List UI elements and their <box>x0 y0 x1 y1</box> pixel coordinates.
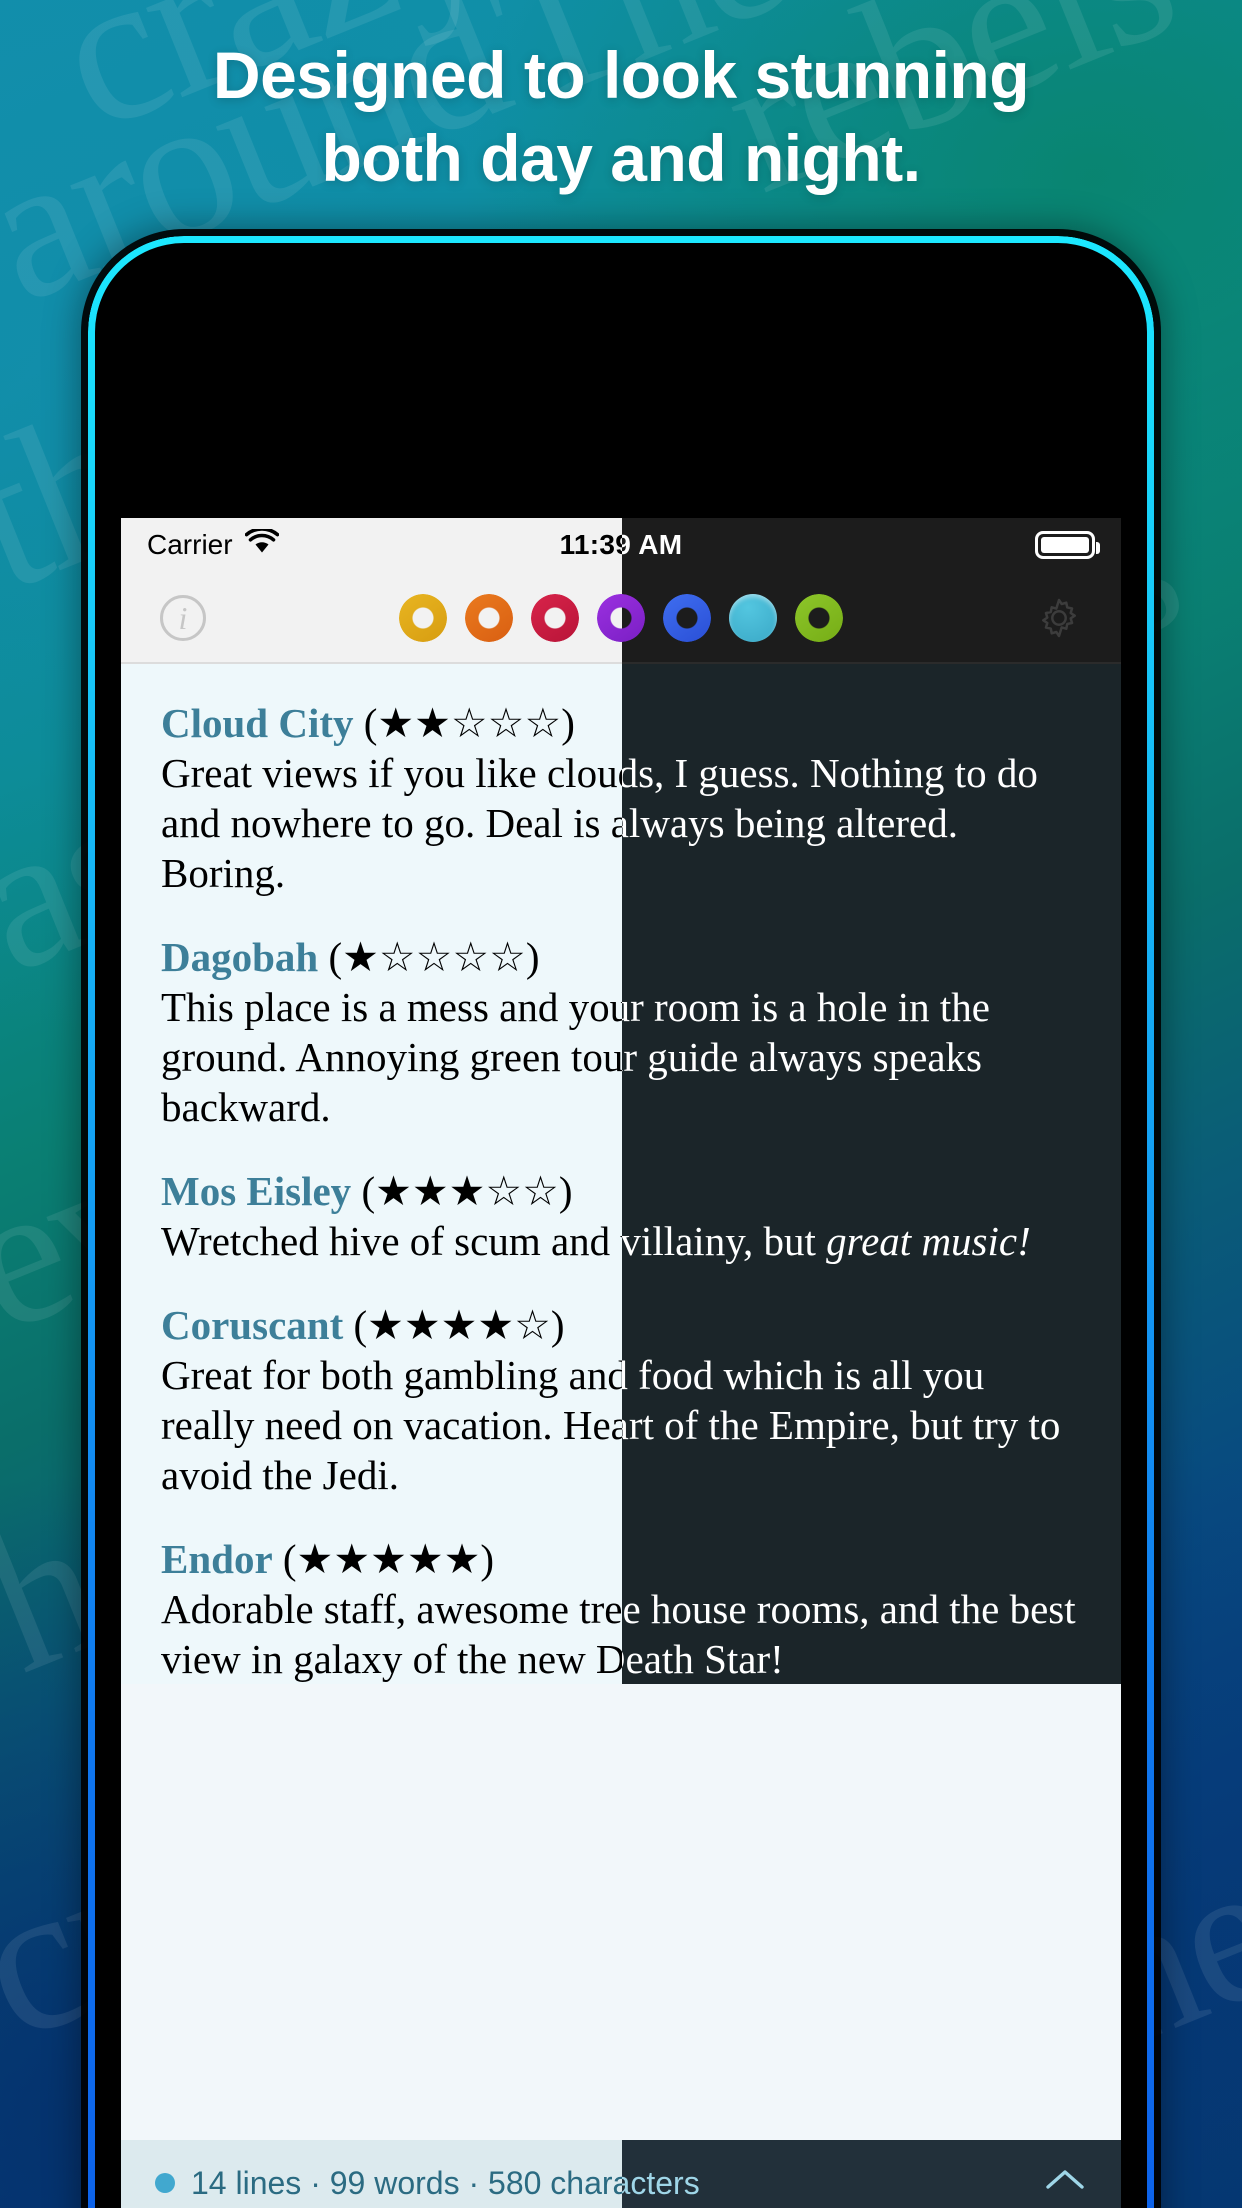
theme-swatch-yellow[interactable] <box>399 594 447 642</box>
chevron-up-icon[interactable] <box>1043 2165 1087 2202</box>
review-rating-stars: (★☆☆☆☆) <box>318 934 540 981</box>
status-footer[interactable]: 14 lines · 99 words · 580 characters <box>121 2140 1121 2208</box>
theme-swatch-purple[interactable] <box>597 594 645 642</box>
headline-line-2: both day and night. <box>321 121 921 196</box>
review-title: Coruscant <box>161 1302 344 1349</box>
review-body: This place is a mess and your room is a … <box>161 984 990 1131</box>
phone-mockup: Carrier 11:39 AM i Cloud City (★★☆☆☆) Gr… <box>88 236 1154 2208</box>
theme-swatch-orange[interactable] <box>465 594 513 642</box>
document-stats: 14 lines · 99 words · 580 characters <box>191 2164 700 2201</box>
review-rating-stars: (★★★★☆) <box>343 1302 565 1349</box>
page-title: Designed to look stunning both day and n… <box>0 34 1242 200</box>
review-body: Adorable staff, awesome tree house rooms… <box>161 1586 1076 1683</box>
battery-full-icon <box>1035 531 1100 559</box>
theme-swatch-list <box>399 594 843 642</box>
review-entry: Coruscant (★★★★☆)Great for both gambling… <box>161 1300 1081 1500</box>
review-entry: Endor (★★★★★)Adorable staff, awesome tre… <box>161 1534 1081 1684</box>
review-body-emphasis: great music! <box>826 1218 1031 1265</box>
review-rating-stars: (★★★☆☆) <box>351 1168 573 1215</box>
review-title: Cloud City <box>161 700 354 746</box>
theme-swatch-cyan[interactable] <box>729 594 777 642</box>
review-body: Great views if you like clouds, I guess.… <box>161 750 1038 897</box>
review-rating-stars: (★★★★★) <box>272 1536 494 1583</box>
gear-icon <box>1042 598 1076 638</box>
theme-swatch-red[interactable] <box>531 594 579 642</box>
app-day-theme: Carrier 11:39 AM i Cloud City (★★☆☆☆) Gr… <box>121 518 1121 2208</box>
review-title: Endor <box>161 1536 273 1583</box>
review-title: Dagobah <box>161 934 319 981</box>
settings-button[interactable] <box>1031 590 1087 646</box>
toolbar: i <box>121 572 1121 664</box>
status-dot-icon <box>155 2173 175 2193</box>
phone-screen: Carrier 11:39 AM i Cloud City (★★☆☆☆) Gr… <box>121 518 1121 2208</box>
info-circle-icon: i <box>160 595 206 641</box>
review-rating-stars: (★★☆☆☆) <box>353 700 575 746</box>
review-body: Great for both gambling and food which i… <box>161 1352 1061 1499</box>
theme-swatch-blue[interactable] <box>663 594 711 642</box>
review-entry: Mos Eisley (★★★☆☆)Wretched hive of scum … <box>161 1166 1081 1266</box>
review-entry: Cloud City (★★☆☆☆)Great views if you lik… <box>161 698 1081 898</box>
review-body: Wretched hive of scum and villainy, but <box>161 1218 827 1265</box>
review-list[interactable]: Cloud City (★★☆☆☆)Great views if you lik… <box>121 664 1121 1685</box>
review-title: Mos Eisley <box>161 1168 352 1215</box>
theme-swatch-green[interactable] <box>795 594 843 642</box>
review-entry: Dagobah (★☆☆☆☆)This place is a mess and … <box>161 932 1081 1132</box>
status-bar: Carrier 11:39 AM <box>121 518 1121 572</box>
info-button[interactable]: i <box>155 590 211 646</box>
headline-line-1: Designed to look stunning <box>212 38 1030 112</box>
clock: 11:39 AM <box>559 529 683 560</box>
